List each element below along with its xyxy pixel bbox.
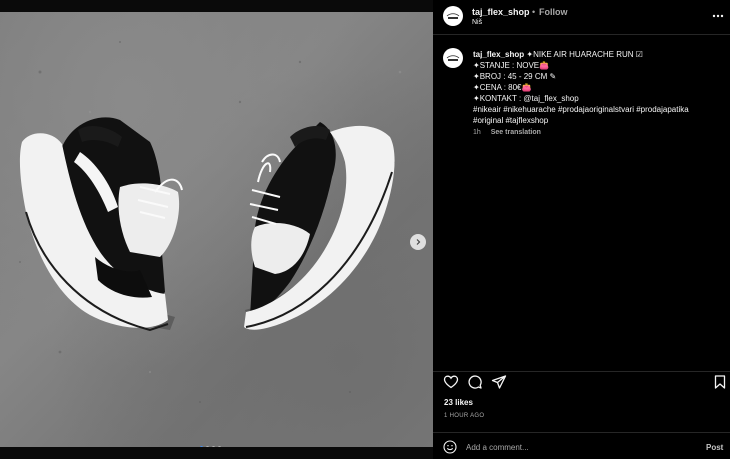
heart-icon[interactable]: [443, 374, 459, 390]
avatar[interactable]: [443, 48, 463, 68]
header-separator: •: [532, 7, 536, 17]
carousel-next-button[interactable]: [410, 234, 426, 250]
right-sneaker: [244, 122, 395, 330]
more-horizontal-icon[interactable]: [712, 10, 724, 22]
caption-username[interactable]: taj_flex_shop: [473, 50, 524, 59]
bookmark-icon[interactable]: [712, 374, 728, 390]
carousel-dot: [218, 446, 221, 447]
caption-hashtags[interactable]: #original #tajflexshop: [473, 115, 723, 126]
follow-button[interactable]: Follow: [539, 7, 568, 17]
carousel-dot: [200, 446, 203, 447]
comment-input[interactable]: [466, 440, 686, 454]
left-sneaker: [19, 117, 183, 332]
caption-line: ✦STANJE : NOVE👛: [473, 61, 550, 70]
caption-line: ✦BROJ : 45 - 29 CM ✎: [473, 72, 557, 81]
post-caption: taj_flex_shop ✦NIKE AIR HUARACHE RUN ☑ ✦…: [473, 49, 723, 126]
header-username[interactable]: taj_flex_shop: [472, 7, 530, 17]
send-icon[interactable]: [491, 374, 507, 390]
comment-bubble-icon[interactable]: [467, 374, 483, 390]
caption-line: ✦KONTAKT : @taj_flex_shop: [473, 94, 579, 103]
emoji-smile-icon[interactable]: [443, 440, 457, 454]
post-side-panel: taj_flex_shop • Follow Niš taj_flex_shop…: [433, 0, 730, 459]
location-link[interactable]: Niš: [472, 19, 482, 26]
carousel-dot: [206, 446, 209, 447]
post-header: taj_flex_shop • Follow Niš: [433, 0, 730, 35]
shop-logo-icon: [443, 48, 463, 68]
post-age: 1h: [473, 129, 481, 136]
caption-meta: 1h See translation: [473, 129, 549, 136]
caption-hashtags[interactable]: #nikeair #nikehuarache #prodajaoriginals…: [473, 104, 723, 115]
post-timestamp: 1 HOUR AGO: [444, 413, 485, 419]
avatar[interactable]: [443, 6, 463, 26]
action-bar: [433, 371, 730, 391]
caption-line: ✦CENA : 80€👛: [473, 83, 532, 92]
sneaker-photo: [19, 41, 402, 403]
likes-count[interactable]: 23 likes: [444, 398, 473, 407]
caption-line: ✦NIKE AIR HUARACHE RUN ☑: [524, 50, 643, 59]
see-translation-link[interactable]: See translation: [491, 129, 541, 136]
carousel-dots: [200, 446, 221, 447]
chevron-right-icon: [416, 239, 421, 245]
carousel-dot: [212, 446, 215, 447]
post-comment-button[interactable]: Post: [706, 443, 723, 452]
post-media[interactable]: [0, 12, 433, 447]
comment-bar: Post: [433, 432, 730, 459]
shop-logo-icon: [443, 6, 463, 26]
